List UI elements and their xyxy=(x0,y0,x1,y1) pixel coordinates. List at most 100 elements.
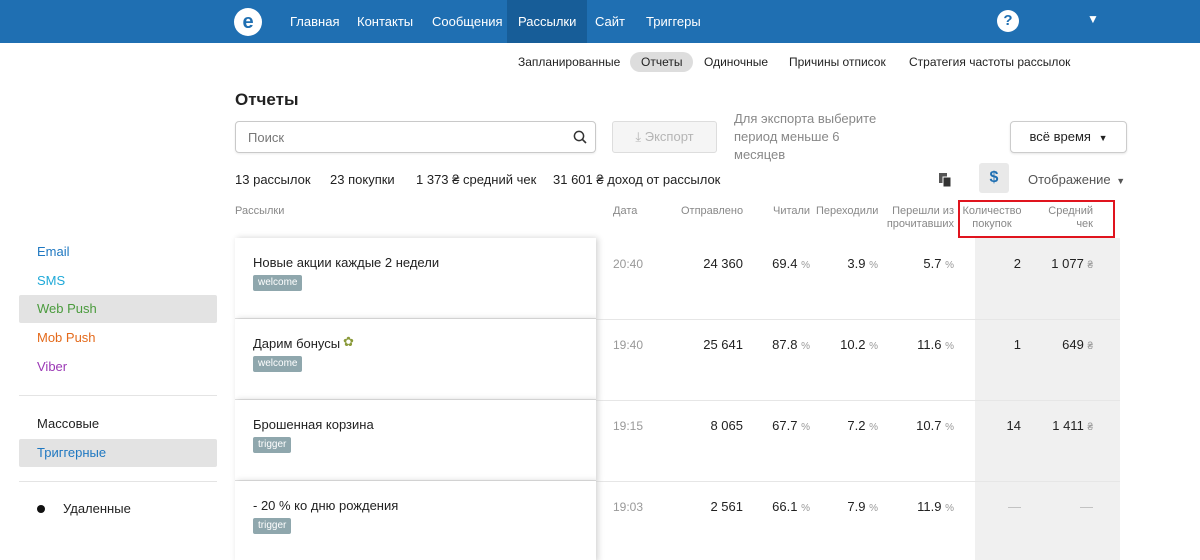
percent-unit: % xyxy=(945,422,954,433)
tab-single[interactable]: Одиночные xyxy=(693,52,779,72)
mailing-title[interactable]: - 20 % ко дню рождения xyxy=(253,498,398,513)
page-title: Отчеты xyxy=(235,90,299,109)
row-divider xyxy=(596,400,1120,401)
cell-ctor: 11.6 % xyxy=(890,337,954,352)
stat-revenue: 31 601 ₴ доход от рассылок xyxy=(553,172,721,187)
period-select[interactable]: всё время ▼ xyxy=(1010,121,1127,153)
cell-avg-check: 649 ₴ xyxy=(1030,337,1093,352)
cell-read: 66.1 % xyxy=(750,499,810,514)
cell-clicked: 7.9 % xyxy=(820,499,878,514)
sidebar-item-web-push[interactable]: Web Push xyxy=(19,295,217,323)
search-input[interactable] xyxy=(236,122,566,152)
cell-read: 69.4 % xyxy=(750,256,810,271)
sidebar-item-trigger[interactable]: Триггерные xyxy=(19,439,217,467)
currency-unit: ₴ xyxy=(1087,422,1093,433)
cell-clicked: 10.2 % xyxy=(820,337,878,352)
nav-home[interactable]: Главная xyxy=(279,0,350,43)
tab-unsubscribe-reasons[interactable]: Причины отписок xyxy=(778,52,897,72)
sidebar-item-deleted[interactable]: Удаленные xyxy=(45,495,217,523)
cell-read-value: 67.7 xyxy=(772,418,798,433)
cell-purchases-value: — xyxy=(1008,499,1021,514)
cell-purchases-value: 14 xyxy=(1006,418,1021,433)
cell-sent: 8 065 xyxy=(660,418,743,433)
cell-sent-value: 25 641 xyxy=(703,337,743,352)
currency-toggle-button[interactable]: $ xyxy=(979,163,1009,193)
col-ctor-line1: Перешли из xyxy=(892,205,954,217)
copy-icon[interactable] xyxy=(938,172,952,188)
display-label: Отображение xyxy=(1028,172,1111,187)
sidebar-item-sms[interactable]: SMS xyxy=(19,267,217,295)
mailing-card[interactable]: Дарим бонусы ✿ welcome xyxy=(235,319,596,400)
cell-purchases: 2 xyxy=(975,256,1021,271)
display-options-button[interactable]: Отображение ▼ xyxy=(1028,172,1125,187)
sidebar-item-mass[interactable]: Массовые xyxy=(19,410,217,438)
cell-read: 67.7 % xyxy=(750,418,810,433)
percent-unit: % xyxy=(801,260,810,271)
percent-unit: % xyxy=(801,341,810,352)
help-icon[interactable]: ? xyxy=(997,10,1019,32)
mailing-title[interactable]: Дарим бонусы xyxy=(253,336,340,351)
sidebar-item-mob-push[interactable]: Mob Push xyxy=(19,324,217,352)
percent-unit: % xyxy=(801,422,810,433)
cell-date-value: 19:03 xyxy=(613,500,644,514)
row-divider xyxy=(596,481,1120,482)
cell-clicked-value: 3.9 xyxy=(847,256,866,271)
cell-clicked: 7.2 % xyxy=(820,418,878,433)
tab-frequency-strategy[interactable]: Стратегия частоты рассылок xyxy=(898,52,1081,72)
tab-scheduled[interactable]: Запланированные xyxy=(507,52,631,72)
cell-avg-check: 1 411 ₴ xyxy=(1030,418,1093,433)
col-ctor[interactable]: Перешли из прочитавших xyxy=(886,205,954,231)
col-read[interactable]: Читали xyxy=(773,205,810,218)
percent-unit: % xyxy=(869,341,878,352)
cell-avg-check: — xyxy=(1030,499,1093,514)
mailing-card[interactable]: Новые акции каждые 2 недели welcome xyxy=(235,238,596,319)
export-button[interactable]: ⤓ Экспорт xyxy=(612,121,717,153)
percent-unit: % xyxy=(945,260,954,271)
currency-unit: ₴ xyxy=(1087,260,1093,271)
col-sent[interactable]: Отправлено xyxy=(681,205,743,218)
mailing-title[interactable]: Новые акции каждые 2 недели xyxy=(253,255,439,270)
chevron-down-icon[interactable]: ▼ xyxy=(1087,12,1099,26)
col-mailings[interactable]: Рассылки xyxy=(235,205,284,218)
sidebar-item-email[interactable]: Email xyxy=(19,238,217,266)
tab-reports[interactable]: Отчеты xyxy=(630,52,694,72)
mailing-title[interactable]: Брошенная корзина xyxy=(253,417,374,432)
cell-read-value: 66.1 xyxy=(772,499,798,514)
mailing-card[interactable]: Брошенная корзина trigger xyxy=(235,400,596,481)
cell-purchases-value: 2 xyxy=(1013,256,1021,271)
col-clicked[interactable]: Переходили xyxy=(816,205,878,218)
sidebar-divider xyxy=(19,395,217,396)
cell-date-value: 19:15 xyxy=(613,419,644,433)
cell-avg-check-value: — xyxy=(1080,499,1093,514)
chevron-down-icon: ▼ xyxy=(1116,176,1126,186)
nav-site[interactable]: Сайт xyxy=(584,0,636,43)
nav-mailings[interactable]: Рассылки xyxy=(507,0,588,43)
col-date[interactable]: Дата xyxy=(613,205,637,218)
mailing-tag: welcome xyxy=(253,356,303,372)
percent-unit: % xyxy=(869,260,878,271)
cell-ctor-value: 11.9 xyxy=(917,499,942,514)
nav-messages[interactable]: Сообщения xyxy=(421,0,514,43)
cell-sent: 25 641 xyxy=(660,337,743,352)
cell-ctor-value: 10.7 xyxy=(916,418,942,433)
logo[interactable]: e xyxy=(234,8,262,36)
nav-triggers[interactable]: Триггеры xyxy=(635,0,712,43)
cell-read: 87.8 % xyxy=(750,337,810,352)
search-icon[interactable] xyxy=(573,130,587,144)
cell-sent-value: 2 561 xyxy=(710,499,743,514)
nav-contacts[interactable]: Контакты xyxy=(346,0,424,43)
percent-unit: % xyxy=(869,503,878,514)
cell-clicked-value: 7.2 xyxy=(847,418,866,433)
cell-avg-check-value: 1 077 xyxy=(1051,256,1084,271)
cell-sent-value: 8 065 xyxy=(710,418,743,433)
percent-unit: % xyxy=(945,341,954,352)
cell-date: 19:40 xyxy=(613,338,653,352)
cell-purchases-value: 1 xyxy=(1013,337,1021,352)
cell-ctor: 5.7 % xyxy=(890,256,954,271)
mailing-card[interactable]: - 20 % ко дню рождения trigger xyxy=(235,481,596,560)
cell-ctor-value: 11.6 xyxy=(917,337,942,352)
cell-purchases: 14 xyxy=(975,418,1021,433)
period-label: всё время xyxy=(1029,129,1091,144)
stat-purchases: 23 покупки xyxy=(330,172,395,187)
sidebar-item-viber[interactable]: Viber xyxy=(19,353,217,381)
